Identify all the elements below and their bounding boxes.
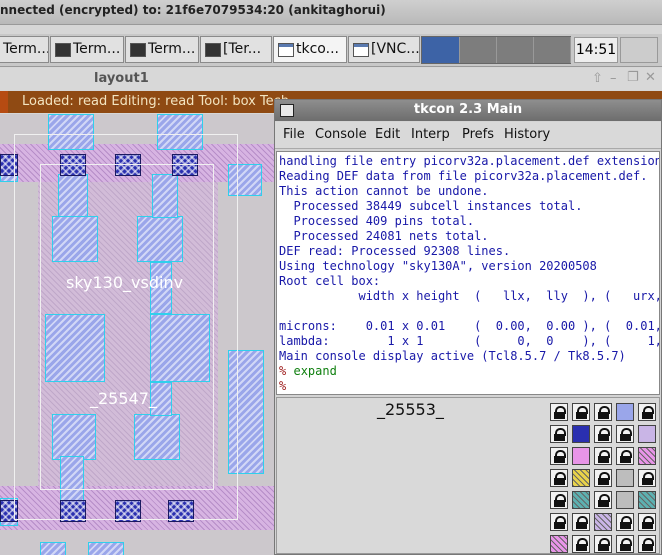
console-line: width x height ( llx, lly ), ( urx, (279, 289, 660, 303)
lock-icon[interactable] (550, 491, 568, 509)
lock-icon[interactable] (572, 403, 590, 421)
prompt-symbol: % (279, 379, 287, 393)
workspace-3[interactable] (496, 37, 534, 63)
maximize-icon[interactable]: ❐ (627, 70, 639, 85)
window-icon (278, 43, 294, 57)
window-icon (353, 43, 369, 57)
close-icon[interactable]: ✕ (645, 70, 656, 85)
lock-icon[interactable] (550, 425, 568, 443)
console-line: Processed 409 pins total. (279, 214, 475, 228)
console-output[interactable]: handling file entry picorv32a.placement.… (276, 151, 660, 395)
lock-icon[interactable] (594, 447, 612, 465)
taskbar-item-terminal-2[interactable]: Term... (50, 36, 124, 63)
prompt-symbol: % (279, 364, 287, 378)
lock-icon[interactable] (594, 425, 612, 443)
console-line: DEF read: Processed 92308 lines. (279, 244, 511, 258)
lock-icon[interactable] (594, 535, 612, 553)
console-line: microns: 0.01 x 0.01 ( 0.00, 0.00 ), ( 0… (279, 319, 660, 333)
layer-swatch-icon[interactable] (616, 469, 634, 487)
console-line: Main console display active (Tcl8.5.7 / … (279, 349, 626, 363)
terminal-icon (130, 43, 146, 57)
lock-icon[interactable] (616, 535, 634, 553)
layer-swatch-icon[interactable] (616, 491, 634, 509)
layer-swatch-icon[interactable] (572, 491, 590, 509)
layer-swatch-icon[interactable] (572, 469, 590, 487)
metal-shape (88, 542, 124, 555)
taskbar-item-vnc[interactable]: [VNC... (348, 36, 420, 63)
console-line: Using technology "sky130A", version 2020… (279, 259, 597, 273)
menu-interp[interactable]: Interp (411, 127, 450, 142)
layer-swatch-icon[interactable] (638, 425, 656, 443)
layer-swatch-icon[interactable] (616, 403, 634, 421)
lock-icon[interactable] (572, 513, 590, 531)
console-line: Processed 38449 subcell instances total. (279, 199, 583, 213)
shade-icon[interactable]: – (610, 71, 617, 86)
metal-shape (40, 542, 66, 555)
workspace-1[interactable] (422, 37, 460, 63)
console-line: Root cell box: (279, 274, 381, 288)
lock-icon[interactable] (594, 403, 612, 421)
layer-swatch-icon[interactable] (594, 513, 612, 531)
terminal-icon (55, 43, 71, 57)
tray-icon[interactable] (620, 37, 658, 63)
window-title: nnected (encrypted) to: 21f6e7079534:20 … (0, 3, 386, 17)
layer-swatch-icon[interactable] (572, 447, 590, 465)
layer-swatch-icon[interactable] (638, 447, 656, 465)
layout-canvas[interactable]: sky130_vsdinv _25547_ (0, 114, 275, 555)
lock-icon[interactable] (572, 535, 590, 553)
cell-boundary (40, 164, 214, 490)
instance-label: _25553_ (377, 400, 444, 419)
taskbar-item-terminal-4[interactable]: [Ter... (200, 36, 272, 63)
tkcon-title: tkcon 2.3 Main (413, 102, 523, 117)
menu-prefs[interactable]: Prefs (462, 127, 494, 142)
menu-history[interactable]: History (504, 127, 550, 142)
console-line: handling file entry picorv32a.placement.… (279, 154, 660, 168)
clock: 14:51 (574, 37, 618, 63)
menu-file[interactable]: File (283, 127, 305, 142)
workspace-4[interactable] (533, 37, 571, 63)
lock-icon[interactable] (638, 403, 656, 421)
layout-window-titlebar: layout1 ⇧ – ❐ ✕ (0, 68, 662, 90)
taskbar-item-terminal-3[interactable]: Term... (125, 36, 199, 63)
tkcon-titlebar[interactable]: tkcon 2.3 Main (275, 100, 661, 121)
layer-swatch-icon[interactable] (550, 535, 568, 553)
lock-icon[interactable] (616, 425, 634, 443)
console-line: Reading DEF data from file picorv32a.pla… (279, 169, 648, 183)
taskbar-item-terminal-1[interactable]: Term... (0, 36, 49, 63)
lock-icon[interactable] (594, 491, 612, 509)
lock-icon[interactable] (638, 535, 656, 553)
console-line: lambda: 1 x 1 ( 0, 0 ), ( 1, (279, 334, 660, 348)
instance-label: _25547_ (90, 389, 157, 408)
tkcon-window: tkcon 2.3 Main File Console Edit Interp … (274, 99, 662, 555)
console-prompt-line: % expand (279, 364, 337, 379)
prompt-command: expand (293, 364, 337, 378)
minimize-icon[interactable]: ⇧ (592, 71, 603, 86)
window-title-bar: nnected (encrypted) to: 21f6e7079534:20 … (0, 0, 662, 25)
layer-swatch-icon[interactable] (572, 425, 590, 443)
lock-icon[interactable] (616, 447, 634, 465)
terminal-icon (205, 43, 221, 57)
workspace-pager[interactable] (421, 36, 571, 64)
cell-name-label: sky130_vsdinv (66, 273, 184, 292)
status-badge (0, 91, 8, 113)
menu-edit[interactable]: Edit (375, 127, 400, 142)
lock-icon[interactable] (550, 447, 568, 465)
taskbar-item-tkcon[interactable]: tkco... (273, 36, 347, 63)
lock-icon[interactable] (616, 513, 634, 531)
layout-window-title: layout1 (94, 71, 149, 86)
console-input-line[interactable]: % (279, 379, 286, 394)
tkcon-menubar: File Console Edit Interp Prefs History (275, 122, 661, 149)
lock-icon[interactable] (550, 469, 568, 487)
layer-swatch-icon[interactable] (638, 491, 656, 509)
lock-icon[interactable] (594, 469, 612, 487)
lock-icon[interactable] (550, 513, 568, 531)
menu-console[interactable]: Console (315, 127, 367, 142)
lock-icon[interactable] (638, 513, 656, 531)
workspace-2[interactable] (459, 37, 497, 63)
console-line: Processed 24081 nets total. (279, 229, 489, 243)
console-line: This action cannot be undone. (279, 184, 489, 198)
lock-icon[interactable] (550, 403, 568, 421)
status-text: Loaded: read Editing: read Tool: box Tec… (22, 94, 290, 109)
lock-icon[interactable] (638, 469, 656, 487)
